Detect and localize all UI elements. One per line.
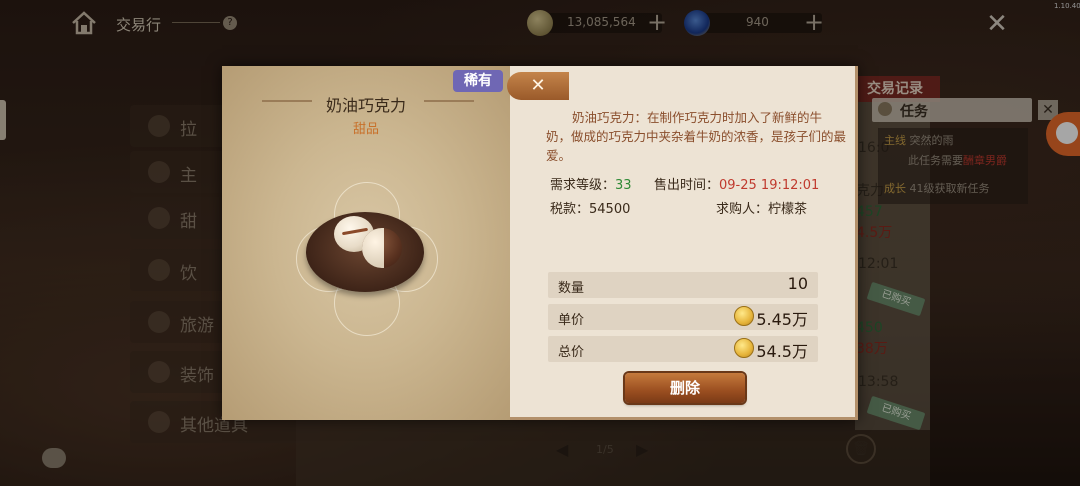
rarity-badge: 稀有 — [453, 70, 503, 92]
coin-icon — [734, 338, 754, 358]
delete-button[interactable]: 删除 — [625, 373, 745, 403]
quantity-value: 10 — [787, 274, 808, 293]
required-level-value: 33 — [615, 178, 632, 193]
buyer-label: 求购人： — [716, 202, 769, 217]
item-image-truffle — [362, 228, 402, 268]
item-name: 奶油巧克力 — [325, 96, 406, 115]
total-price-row: 总价 54.5万 — [548, 336, 818, 362]
modal-close-button[interactable]: ✕ — [507, 72, 569, 100]
total-price-label: 总价 — [558, 345, 585, 360]
sale-time-label: 售出时间： — [654, 178, 720, 193]
sale-time: 售出时间：09-25 19:12:01 — [654, 174, 819, 193]
item-description: 奶油巧克力：在制作巧克力时加入了新鲜的牛奶，做成的巧克力中夹杂着牛奶的浓香，是孩… — [546, 110, 847, 163]
sale-time-value: 09-25 19:12:01 — [719, 178, 820, 193]
coin-icon — [734, 306, 754, 326]
item-category: 甜品 — [352, 122, 379, 137]
tax: 税款：54500 — [550, 198, 630, 217]
unit-price-row: 单价 5.45万 — [548, 304, 818, 330]
item-detail-modal: 稀有 奶油巧克力 甜品 奶油巧克力：在制作巧克力时加入了新鲜的牛奶，做成的巧克力… — [222, 66, 858, 420]
buyer: 求购人：柠檬茶 — [716, 198, 807, 217]
required-level: 需求等级：33 — [550, 174, 632, 193]
quantity-row: 数量 10 — [548, 272, 818, 298]
truffle-drizzle — [341, 227, 369, 236]
item-info-panel: 奶油巧克力：在制作巧克力时加入了新鲜的牛奶，做成的巧克力中夹杂着牛奶的浓香，是孩… — [510, 66, 858, 420]
tax-label: 税款： — [550, 202, 590, 217]
unit-price-label: 单价 — [558, 313, 585, 328]
buyer-value: 柠檬茶 — [768, 202, 808, 217]
unit-price-value: 5.45万 — [756, 310, 808, 329]
tax-value: 54500 — [589, 202, 631, 217]
quantity-label: 数量 — [558, 281, 585, 296]
required-level-label: 需求等级： — [550, 178, 616, 193]
item-preview-panel: 稀有 奶油巧克力 甜品 — [222, 66, 510, 420]
total-price-value: 54.5万 — [756, 342, 808, 361]
